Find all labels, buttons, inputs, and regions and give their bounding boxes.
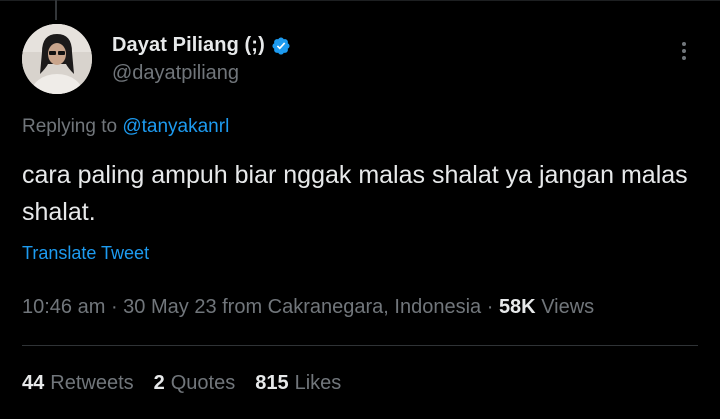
top-divider	[0, 0, 720, 1]
replying-prefix: Replying to	[22, 116, 123, 137]
quotes-label: Quotes	[170, 372, 236, 394]
views-count[interactable]: 58K	[499, 296, 536, 318]
more-options-icon[interactable]	[678, 42, 690, 66]
stats-divider	[22, 345, 698, 346]
translate-tweet-link[interactable]: Translate Tweet	[22, 243, 149, 264]
engagement-stats: 44 Retweets 2 Quotes 815 Likes	[22, 372, 341, 395]
thread-line	[55, 0, 57, 20]
avatar[interactable]	[22, 24, 92, 94]
avatar-image	[22, 24, 92, 94]
meta-separator: ·	[105, 296, 124, 318]
replying-to: Replying to @tanyakanrl	[22, 116, 229, 138]
author-display-name[interactable]: Dayat Piliang (;)	[112, 34, 265, 57]
author-handle[interactable]: @dayatpiliang	[112, 62, 239, 85]
author-name-row[interactable]: Dayat Piliang (;)	[112, 34, 291, 57]
meta-separator: ·	[481, 296, 499, 318]
retweets-count: 44	[22, 372, 45, 394]
likes-label: Likes	[294, 372, 342, 394]
retweets-label: Retweets	[50, 372, 134, 394]
quotes-count: 2	[153, 372, 165, 394]
tweet-meta: 10:46 am · 30 May 23 from Cakranegara, I…	[22, 296, 594, 319]
likes-stat[interactable]: 815 Likes	[255, 372, 341, 395]
tweet-time[interactable]: 10:46 am	[22, 296, 105, 318]
retweets-stat[interactable]: 44 Retweets	[22, 372, 134, 395]
likes-count: 815	[255, 372, 289, 394]
tweet-date[interactable]: 30 May 23	[123, 296, 216, 318]
quotes-stat[interactable]: 2 Quotes	[154, 372, 236, 395]
views-label: Views	[535, 296, 595, 318]
tweet-text: cara paling ampuh biar nggak malas shala…	[22, 161, 688, 226]
reply-to-handle-link[interactable]: @tanyakanrl	[122, 116, 229, 137]
tweet-source: from Cakranegara, Indonesia	[216, 296, 482, 318]
verified-badge-icon	[271, 36, 291, 56]
